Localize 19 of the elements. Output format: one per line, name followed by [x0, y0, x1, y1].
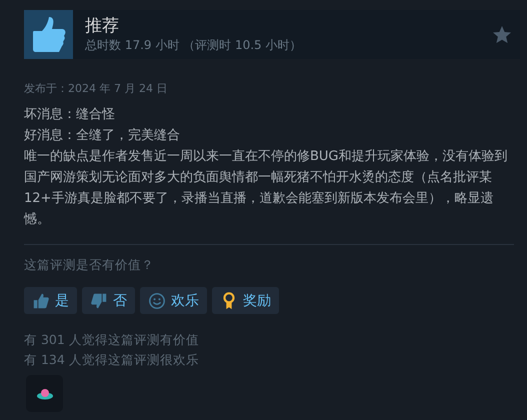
review-verdict: 推荐	[85, 15, 120, 37]
vote-count: 有 134 人觉得这篇评测很欢乐	[24, 351, 200, 369]
thumbs-up-icon	[32, 292, 50, 310]
playtime-hours: 总时数 17.9 小时 （评测时 10.5 小时）	[85, 37, 303, 54]
no-button[interactable]: 否	[82, 287, 135, 314]
thumbs-down-icon	[90, 292, 108, 310]
review-text: 好消息：全缝了，完美缝合	[24, 127, 181, 145]
helpful-prompt: 这篇评测是否有价值？	[24, 257, 155, 274]
award-badge[interactable]	[26, 375, 63, 412]
award-button[interactable]: 奖励	[212, 287, 279, 314]
yes-button[interactable]: 是	[24, 287, 77, 314]
funny-button[interactable]: 欢乐	[140, 287, 207, 314]
star-icon[interactable]	[492, 24, 512, 44]
smiley-icon	[148, 292, 166, 310]
vote-count: 有 301 人觉得这篇评测有价值	[24, 331, 200, 349]
review-text: 唯一的缺点是作者发售近一周以来一直在不停的修BUG和提升玩家体验，没有体验到国产网游策划无论面对多大的负面舆情都一幅死猪不怕开水烫的态度（点名批评某12+手游真是脸都不要了，录播当直播，道歉会能塞到新版本发布会里），略显遗憾。	[24, 148, 509, 229]
review-text: 坏消息：缝合怪	[24, 106, 116, 124]
award-item-icon	[36, 388, 54, 400]
posted-date: 发布于：2024 年 7 月 24 日	[24, 81, 168, 96]
